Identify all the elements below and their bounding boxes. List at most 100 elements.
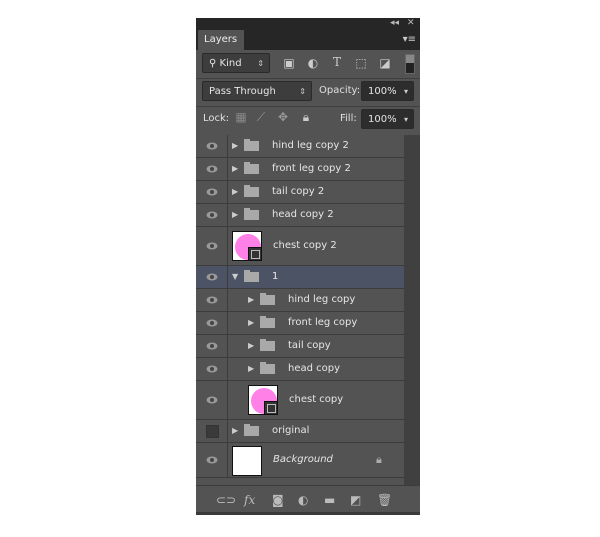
filter-kind-select[interactable]: ⚲ Kind ⇕ <box>202 53 270 73</box>
visibility-toggle[interactable] <box>196 181 228 203</box>
layer-row[interactable]: ▶ tail copy 2 <box>196 181 404 204</box>
adjustment-filter-icon[interactable]: ◐ <box>306 56 320 70</box>
fx-icon[interactable]: fx <box>244 493 255 507</box>
layer-name[interactable]: hind leg copy <box>288 294 355 306</box>
resize-grip[interactable] <box>196 512 420 515</box>
expand-right-icon[interactable]: ▶ <box>232 141 238 150</box>
expand-right-icon[interactable]: ▶ <box>248 318 254 327</box>
visibility-toggle[interactable] <box>196 381 228 419</box>
delete-icon[interactable]: 🗑︎ <box>377 493 392 507</box>
lock-position-icon[interactable]: ✥ <box>276 110 290 124</box>
layer-thumbnail <box>232 231 262 261</box>
shape-filter-icon[interactable]: ⬚ <box>354 56 368 70</box>
collapse-icon[interactable]: ◂◂ <box>390 18 399 28</box>
panel-menu-icon[interactable]: ▾≡ <box>403 34 416 45</box>
opacity-label: Opacity: <box>319 85 361 96</box>
layer-name[interactable]: Background <box>273 454 333 466</box>
visibility-toggle[interactable] <box>196 135 228 157</box>
layer-name[interactable]: chest copy <box>289 394 343 406</box>
layer-name[interactable]: chest copy 2 <box>273 240 337 252</box>
lock-transparency-icon[interactable]: ▦ <box>234 110 248 124</box>
layer-name[interactable]: head copy 2 <box>272 209 334 221</box>
search-icon: ⚲ <box>209 58 220 69</box>
layer-row[interactable]: ▶ hind leg copy <box>196 289 404 312</box>
updown-icon: ⇕ <box>257 59 264 68</box>
layer-row[interactable]: ▶ head copy <box>196 358 404 381</box>
close-icon[interactable]: ✕ <box>407 18 415 28</box>
layer-thumbnail <box>248 385 278 415</box>
visibility-toggle[interactable] <box>196 358 228 380</box>
blend-mode-value: Pass Through <box>209 86 276 97</box>
visibility-toggle[interactable] <box>196 158 228 180</box>
fill-label: Fill: <box>340 113 357 124</box>
layer-name[interactable]: tail copy <box>288 340 331 352</box>
layer-name[interactable]: original <box>272 425 309 437</box>
eye-icon <box>206 396 218 404</box>
adjustment-layer-icon[interactable]: ◐ <box>298 493 308 507</box>
visibility-toggle[interactable] <box>196 204 228 226</box>
smart-object-filter-icon[interactable]: ◪ <box>378 56 392 70</box>
expand-right-icon[interactable]: ▶ <box>232 164 238 173</box>
layer-row[interactable]: ▼ 1 <box>196 266 404 289</box>
tab-row: Layers ▾≡ <box>196 30 420 50</box>
visibility-toggle[interactable] <box>196 335 228 357</box>
layer-row[interactable]: ▶ tail copy <box>196 335 404 358</box>
dropdown-icon[interactable]: ▾ <box>404 82 408 102</box>
eye-icon <box>206 188 218 196</box>
divider <box>196 106 420 107</box>
kind-label: Kind <box>219 58 242 69</box>
layer-name[interactable]: front leg copy 2 <box>272 163 351 175</box>
folder-icon <box>244 162 259 174</box>
visibility-toggle[interactable] <box>196 420 228 442</box>
expand-down-icon[interactable]: ▼ <box>232 272 238 281</box>
layer-row[interactable]: chest copy 2 <box>196 227 404 266</box>
opacity-field[interactable]: 100% ▾ <box>361 81 414 101</box>
filter-toggle[interactable] <box>405 54 415 74</box>
shape-transform-icon <box>264 401 277 414</box>
expand-right-icon[interactable]: ▶ <box>232 187 238 196</box>
panel-titlebar: ◂◂ ✕ <box>196 18 420 30</box>
lock-all-icon[interactable]: 🔒︎ <box>299 110 313 124</box>
layer-row[interactable]: ▶ front leg copy <box>196 312 404 335</box>
new-group-icon[interactable]: ▬ <box>324 493 335 507</box>
lock-icon: 🔒︎ <box>376 453 382 466</box>
visibility-toggle[interactable] <box>196 227 228 265</box>
panel-footer: ⊂⊃ fx ◙ ◐ ▬ ◩ 🗑︎ <box>196 485 420 513</box>
scrollbar[interactable] <box>404 135 420 485</box>
controls: ⚲ Kind ⇕ ▣ ◐ T ⬚ ◪ Pass Through ⇕ Opacity:… <box>196 50 420 135</box>
expand-right-icon[interactable]: ▶ <box>248 295 254 304</box>
layer-row[interactable]: ▶ head copy 2 <box>196 204 404 227</box>
link-layers-icon[interactable]: ⊂⊃ <box>216 493 236 507</box>
tab-layers[interactable]: Layers <box>198 30 244 50</box>
add-mask-icon[interactable]: ◙ <box>272 493 284 507</box>
visibility-toggle[interactable] <box>196 443 228 477</box>
visibility-toggle[interactable] <box>196 312 228 334</box>
layer-row[interactable]: Background 🔒︎ <box>196 443 404 478</box>
blend-mode-select[interactable]: Pass Through ⇕ <box>202 81 312 101</box>
layer-row[interactable]: ▶ front leg copy 2 <box>196 158 404 181</box>
fill-field[interactable]: 100% ▾ <box>361 109 414 129</box>
expand-right-icon[interactable]: ▶ <box>248 341 254 350</box>
divider <box>196 78 420 79</box>
layer-name[interactable]: front leg copy <box>288 317 357 329</box>
dropdown-icon[interactable]: ▾ <box>404 110 408 130</box>
layer-row[interactable]: chest copy <box>196 381 404 420</box>
layer-name[interactable]: hind leg copy 2 <box>272 140 349 152</box>
folder-icon <box>244 270 259 282</box>
expand-right-icon[interactable]: ▶ <box>248 364 254 373</box>
lock-pixels-brush-icon[interactable]: ⟋ <box>254 110 268 124</box>
visibility-toggle[interactable] <box>196 289 228 311</box>
expand-right-icon[interactable]: ▶ <box>232 210 238 219</box>
visibility-toggle[interactable] <box>196 266 228 288</box>
layer-row[interactable]: ▶ hind leg copy 2 <box>196 135 404 158</box>
layer-name[interactable]: 1 <box>272 271 278 283</box>
eye-icon <box>206 242 218 250</box>
image-filter-icon[interactable]: ▣ <box>282 56 296 70</box>
expand-right-icon[interactable]: ▶ <box>232 426 238 435</box>
layer-name[interactable]: tail copy 2 <box>272 186 324 198</box>
layer-row[interactable]: ▶ original <box>196 420 404 443</box>
layer-name[interactable]: head copy <box>288 363 340 375</box>
layers-panel: ◂◂ ✕ Layers ▾≡ ⚲ Kind ⇕ ▣ ◐ T ⬚ ◪ Pass Th… <box>196 18 420 515</box>
type-filter-icon[interactable]: T <box>330 55 344 69</box>
new-layer-icon[interactable]: ◩ <box>350 493 361 507</box>
